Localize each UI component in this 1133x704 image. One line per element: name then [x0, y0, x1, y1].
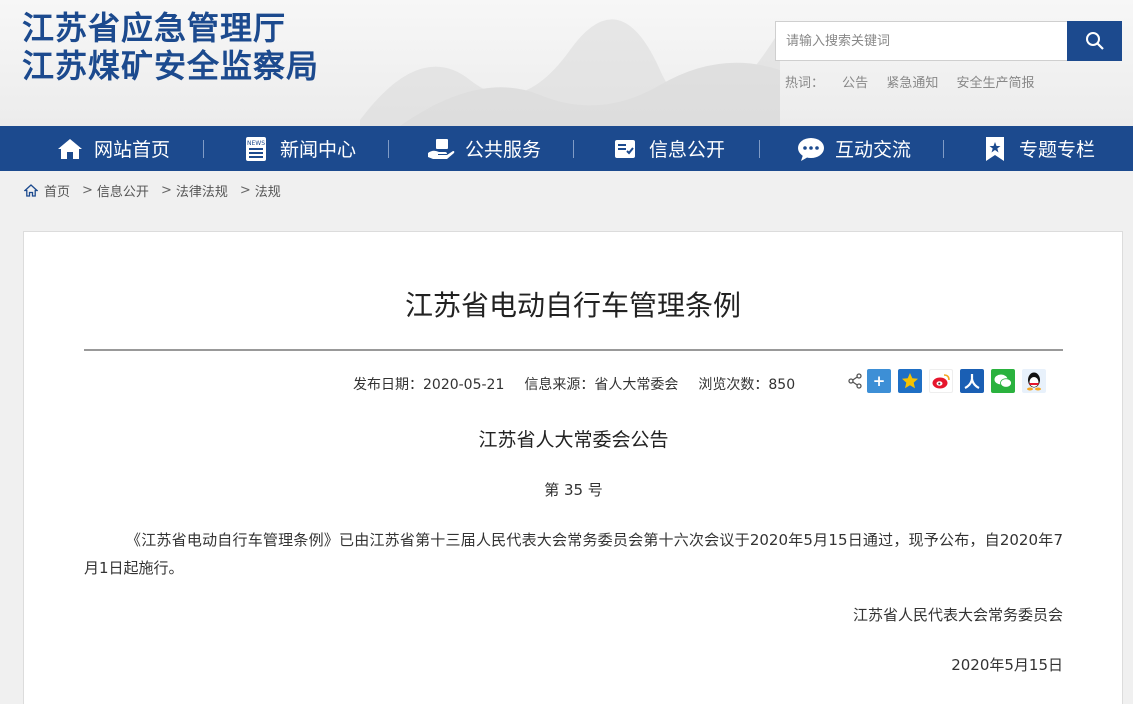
share-bar: + — [847, 369, 1053, 393]
notice-title: 江苏省人大常委会公告 — [478, 429, 669, 451]
breadcrumb-law[interactable]: 法律法规 — [176, 181, 228, 200]
nav-item-interaction[interactable]: 互动交流 — [797, 126, 911, 171]
signer: 江苏省人民代表大会常务委员会 — [852, 606, 1063, 624]
nav-label: 信息公开 — [649, 139, 726, 161]
qzone-icon[interactable] — [898, 369, 922, 393]
article-meta: 发布日期：2020-05-21 信息来源：省人大常委会 浏览次数：850 — [353, 374, 815, 394]
wechat-icon[interactable] — [991, 369, 1015, 393]
qq-icon[interactable] — [1022, 369, 1046, 393]
info-source: 信息来源：省人大常委会 — [524, 377, 679, 393]
nav-item-home[interactable]: 网站首页 — [56, 126, 170, 171]
nav-divider — [759, 140, 760, 158]
news-icon: NEWS — [242, 135, 270, 163]
sign-date: 2020年5月15日 — [951, 656, 1063, 674]
notice-number: 第 35 号 — [544, 481, 603, 499]
landscape-decoration — [360, 19, 780, 126]
hot-keyword[interactable]: 紧急通知 — [886, 76, 938, 91]
weibo-icon[interactable] — [929, 369, 953, 393]
nav-divider — [203, 140, 204, 158]
chat-icon — [797, 135, 825, 163]
home-icon — [24, 184, 38, 197]
logo-line-1: 江苏省应急管理厅 — [22, 9, 287, 47]
breadcrumb-home[interactable]: 首页 — [44, 181, 70, 200]
info-icon — [611, 135, 639, 163]
nav-divider — [388, 140, 389, 158]
nav-divider — [943, 140, 944, 158]
breadcrumb-separator: > — [239, 183, 251, 198]
search-icon — [1085, 32, 1104, 50]
hot-label: 热词： — [785, 76, 825, 91]
breadcrumb-separator: > — [82, 183, 93, 198]
nav-label: 互动交流 — [835, 139, 912, 161]
nav-label: 专题专栏 — [1019, 139, 1096, 161]
breadcrumb-regulation[interactable]: 法规 — [255, 181, 281, 200]
service-icon — [427, 135, 455, 163]
hot-keyword[interactable]: 公告 — [842, 76, 868, 91]
bookmark-icon — [981, 135, 1009, 163]
plus-share-icon[interactable]: + — [867, 369, 891, 393]
site-header: 江苏省应急管理厅 江苏煤矿安全监察局 热词： 公告 紧急通知 安全生产简报 — [0, 0, 1133, 126]
nav-label: 新闻中心 — [280, 139, 357, 161]
nav-label: 公共服务 — [465, 139, 542, 161]
nav-divider — [573, 140, 574, 158]
breadcrumb: 首页 > 信息公开 > 法律法规 > 法规 — [24, 181, 285, 200]
nav-item-special[interactable]: 专题专栏 — [981, 126, 1095, 171]
breadcrumb-info[interactable]: 信息公开 — [97, 181, 149, 200]
breadcrumb-separator: > — [160, 183, 172, 198]
home-icon — [56, 135, 84, 163]
search-input[interactable] — [776, 22, 1067, 60]
nav-item-service[interactable]: 公共服务 — [427, 126, 541, 171]
logo-line-2: 江苏煤矿安全监察局 — [22, 47, 320, 85]
nav-label: 网站首页 — [94, 139, 171, 161]
nav-item-news[interactable]: NEWS 新闻中心 — [242, 126, 356, 171]
title-divider — [84, 349, 1063, 351]
main-nav: 网站首页 NEWS 新闻中心 公共服务 信息公开 互动交流 专题专栏 — [0, 126, 1133, 171]
notice-paragraph: 《江苏省电动自行车管理条例》已由江苏省第十三届人民代表大会常务委员会第十六次会议… — [84, 531, 1063, 577]
article-panel: 江苏省电动自行车管理条例 发布日期：2020-05-21 信息来源：省人大常委会… — [23, 231, 1123, 704]
hot-keyword[interactable]: 安全生产简报 — [956, 76, 1034, 91]
publish-date: 发布日期：2020-05-21 — [353, 377, 505, 393]
article-title: 江苏省电动自行车管理条例 — [404, 289, 741, 322]
site-logo[interactable]: 江苏省应急管理厅 江苏煤矿安全监察局 — [22, 9, 319, 85]
hot-keywords: 热词： 公告 紧急通知 安全生产简报 — [785, 72, 1048, 91]
share-icon — [848, 373, 862, 389]
search-button[interactable] — [1067, 21, 1122, 61]
nav-item-info[interactable]: 信息公开 — [611, 126, 725, 171]
renren-icon[interactable] — [960, 369, 984, 393]
svg-text:NEWS: NEWS — [247, 140, 265, 147]
search-box — [775, 21, 1122, 61]
view-count: 浏览次数：850 — [698, 377, 796, 393]
